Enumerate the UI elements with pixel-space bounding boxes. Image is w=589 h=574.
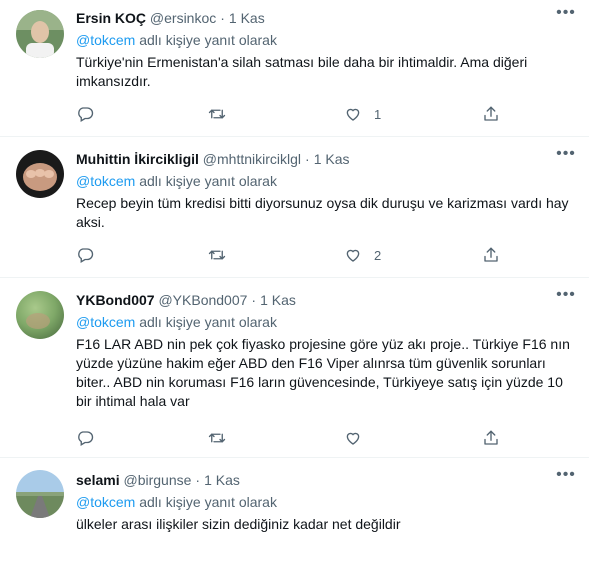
avatar[interactable] (16, 10, 64, 58)
separator-dot: · (195, 472, 201, 488)
retweet-button[interactable] (208, 104, 226, 124)
tweet-header: selami @birgunse · 1 Kas (76, 472, 240, 488)
reply-button[interactable] (76, 104, 94, 124)
tweet-text: Recep beyin tüm kredisi bitti diyorsunuz… (76, 195, 569, 230)
share-button[interactable] (482, 245, 500, 265)
retweet-button[interactable] (208, 428, 226, 448)
avatar[interactable] (16, 470, 64, 518)
like-count: 2 (374, 247, 382, 263)
tweet[interactable]: selami @birgunse · 1 Kas ••• @tokcem adlı … (0, 458, 589, 574)
timestamp[interactable]: 1 Kas (204, 472, 240, 488)
reply-button[interactable] (76, 428, 94, 448)
tweet-text: Türkiye'nin Ermenistan'a silah satması b… (76, 54, 528, 89)
heart-icon (346, 108, 360, 121)
separator-dot: · (305, 151, 310, 167)
more-options-icon[interactable]: ••• (555, 467, 577, 488)
author-handle[interactable]: @birgunse (123, 472, 191, 488)
author-name[interactable]: selami (76, 472, 120, 488)
action-bar: 2 (76, 245, 516, 265)
like-button[interactable] (344, 428, 374, 448)
mention-link[interactable]: @tokcem (76, 173, 135, 189)
more-options-icon[interactable]: ••• (555, 146, 577, 167)
reply-context-text: adlı kişiye yanıt olarak (135, 494, 277, 510)
tweet-header: Muhittin İkircikligil @mhttnikirciklgl · 1… (76, 151, 350, 167)
share-icon (484, 106, 498, 121)
action-bar (76, 428, 516, 448)
tweet-header: Ersin KOÇ @ersinkoc · 1 Kas (76, 10, 265, 26)
action-bar: 1 (76, 104, 516, 124)
heart-icon (346, 249, 360, 262)
tweet-text: ülkeler arası ilişkiler sizin dediğiniz … (76, 516, 401, 532)
share-icon (484, 430, 498, 445)
avatar[interactable] (16, 291, 64, 339)
share-icon (484, 247, 498, 262)
mention-link[interactable]: @tokcem (76, 314, 135, 330)
retweet-button[interactable] (208, 245, 226, 265)
tweet[interactable]: YKBond007 @YKBond007 · 1 Kas ••• @tokcem a… (0, 278, 589, 458)
reply-context-text: adlı kişiye yanıt olarak (135, 173, 277, 189)
heart-icon (346, 432, 360, 445)
reply-icon (78, 107, 94, 122)
author-handle[interactable]: @mhttnikirciklgl (203, 151, 301, 167)
reply-icon (78, 431, 94, 446)
retweet-icon (208, 250, 226, 260)
reply-context-text: adlı kişiye yanıt olarak (135, 32, 277, 48)
more-options-icon[interactable]: ••• (555, 287, 577, 308)
timestamp[interactable]: 1 Kas (314, 151, 350, 167)
tweet[interactable]: Muhittin İkircikligil @mhttnikirciklgl · 1… (0, 137, 589, 278)
retweet-icon (208, 433, 226, 443)
reply-context: @tokcem adlı kişiye yanıt olarak (76, 173, 277, 189)
separator-dot: · (220, 10, 225, 26)
reply-context: @tokcem adlı kişiye yanıt olarak (76, 32, 277, 48)
reply-context-text: adlı kişiye yanıt olarak (135, 314, 277, 330)
tweet[interactable]: Ersin KOÇ @ersinkoc · 1 Kas ••• @tokcem ad… (0, 0, 589, 137)
retweet-icon (208, 109, 226, 119)
tweet-text: F16 LAR ABD nin pek çok fiyasko projesin… (76, 336, 570, 409)
author-name[interactable]: Muhittin İkircikligil (76, 151, 199, 167)
reply-context: @tokcem adlı kişiye yanıt olarak (76, 314, 277, 330)
share-button[interactable] (482, 428, 500, 448)
author-name[interactable]: Ersin KOÇ (76, 10, 146, 26)
mention-link[interactable]: @tokcem (76, 32, 135, 48)
author-handle[interactable]: @ersinkoc (150, 10, 216, 26)
avatar[interactable] (16, 150, 64, 198)
like-count: 1 (374, 106, 382, 122)
share-button[interactable] (482, 104, 500, 124)
author-name[interactable]: YKBond007 (76, 292, 155, 308)
author-handle[interactable]: @YKBond007 (158, 292, 247, 308)
reply-button[interactable] (76, 245, 94, 265)
timestamp[interactable]: 1 Kas (260, 292, 296, 308)
timestamp[interactable]: 1 Kas (229, 10, 265, 26)
like-button[interactable]: 2 (344, 245, 381, 265)
separator-dot: · (251, 292, 257, 308)
like-button[interactable]: 1 (344, 104, 381, 124)
mention-link[interactable]: @tokcem (76, 494, 135, 510)
reply-icon (78, 248, 94, 263)
reply-context: @tokcem adlı kişiye yanıt olarak (76, 494, 277, 510)
more-options-icon[interactable]: ••• (555, 5, 577, 26)
tweet-header: YKBond007 @YKBond007 · 1 Kas (76, 292, 296, 308)
